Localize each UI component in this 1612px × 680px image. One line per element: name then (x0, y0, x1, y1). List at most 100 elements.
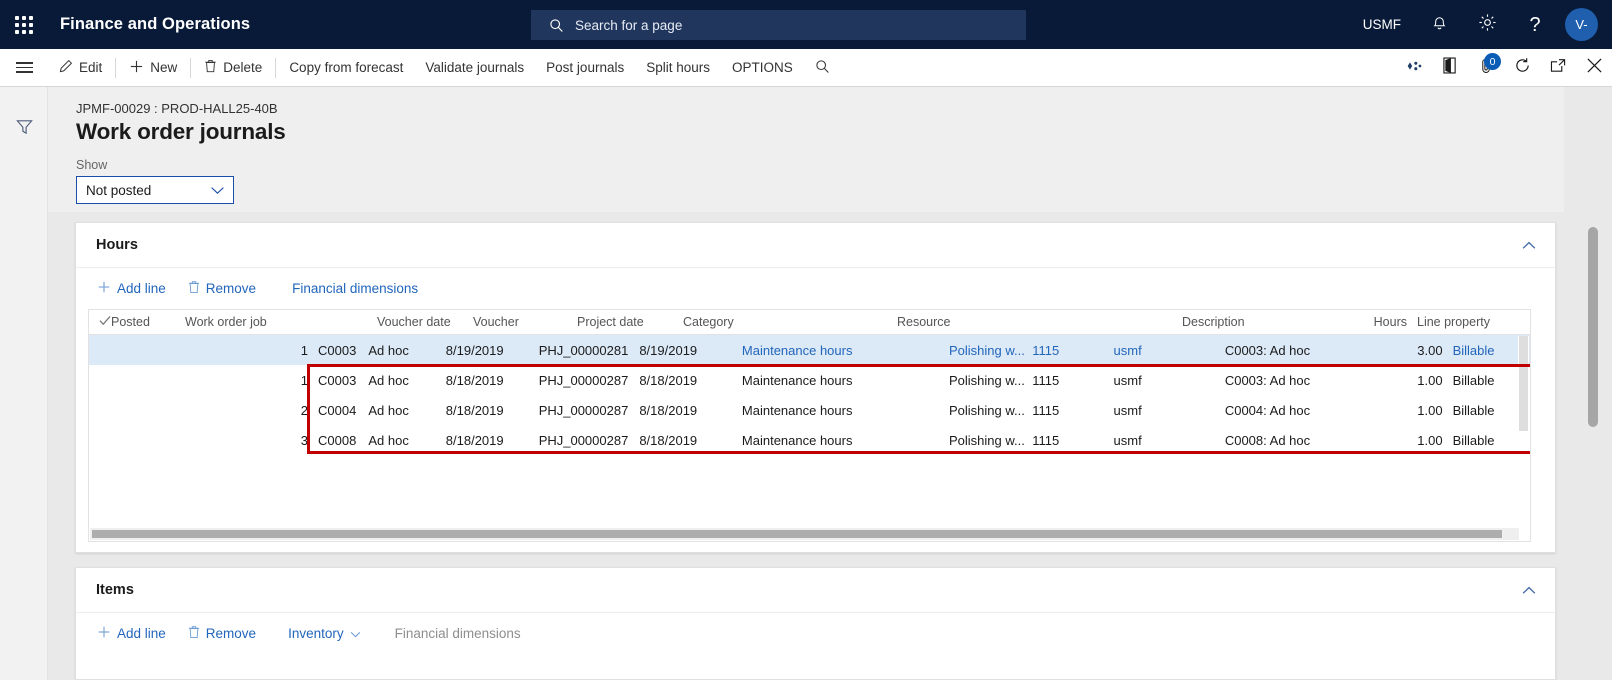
items-financial-dimensions-button: Financial dimensions (385, 618, 531, 648)
cell-job-id: C0004 (318, 402, 357, 418)
filter-funnel-icon (15, 118, 34, 141)
column-header-voucher-date[interactable]: Voucher date (377, 315, 473, 329)
cell-legal-entity[interactable]: usmf (1114, 433, 1225, 448)
share-button[interactable] (1396, 49, 1432, 87)
refresh-button[interactable] (1504, 49, 1540, 87)
hours-section-card: Hours Add line Remove Financial dimensio… (75, 222, 1556, 553)
scrollbar-thumb[interactable] (92, 530, 1502, 538)
cell-hours: 1.00 (1417, 402, 1443, 418)
select-all-checkbox[interactable] (89, 315, 111, 329)
table-row[interactable]: 3 C0008 Ad hoc 8/18/2019 PHJ_00000287 8/… (89, 425, 1530, 455)
help-button[interactable]: ? (1511, 0, 1559, 49)
hours-grid-body: 1 C0003 Ad hoc 8/19/2019 PHJ_00000281 8/… (89, 335, 1530, 455)
cell-resource[interactable]: Polishing w... (949, 433, 1032, 448)
show-filter-value: Not posted (86, 182, 152, 198)
cell-resource-number[interactable]: 1115 (1032, 373, 1113, 388)
cell-line-number: 1 (300, 342, 309, 358)
cell-voucher: PHJ_00000287 (538, 402, 629, 418)
new-button-label: New (150, 60, 178, 75)
cell-description: C0003: Ad hoc (1224, 342, 1311, 358)
table-row[interactable]: 1 C0003 Ad hoc 8/18/2019 PHJ_00000287 8/… (89, 365, 1530, 395)
cell-hours: 1.00 (1417, 432, 1443, 448)
chevron-up-icon[interactable] (1521, 582, 1537, 599)
action-pane-toolbar: Edit New Delete Copy from forecast Valid… (0, 49, 1612, 87)
column-header-project-date[interactable]: Project date (577, 315, 683, 329)
copy-from-forecast-button[interactable]: Copy from forecast (278, 49, 414, 87)
hours-grid-header-row: Posted Work order job Voucher date Vouch… (89, 310, 1530, 335)
edit-button[interactable]: Edit (48, 49, 113, 87)
post-journals-label: Post journals (546, 60, 625, 75)
cell-resource-number[interactable]: 1115 (1032, 403, 1113, 418)
cell-line-property[interactable]: Billable (1443, 373, 1530, 388)
scrollbar-thumb[interactable] (1519, 336, 1528, 431)
post-journals-button[interactable]: Post journals (535, 49, 635, 87)
top-navigation-bar: Finance and Operations Search for a page… (0, 0, 1612, 49)
column-header-category[interactable]: Category (683, 315, 897, 329)
hours-grid: Posted Work order job Voucher date Vouch… (88, 309, 1531, 542)
column-header-posted[interactable]: Posted (111, 315, 185, 329)
open-in-new-window-button[interactable] (1540, 49, 1576, 87)
column-header-voucher[interactable]: Voucher (473, 315, 577, 329)
cell-category[interactable]: Maintenance hours (742, 403, 949, 418)
table-row[interactable]: 1 C0003 Ad hoc 8/19/2019 PHJ_00000281 8/… (89, 335, 1530, 365)
cell-line-property[interactable]: Billable (1443, 343, 1530, 358)
column-header-work-order-job[interactable]: Work order job (185, 315, 377, 329)
column-header-resource[interactable]: Resource (897, 315, 1182, 329)
filter-pane-button[interactable] (0, 107, 48, 151)
cell-line-property[interactable]: Billable (1443, 433, 1530, 448)
close-button[interactable] (1576, 49, 1612, 87)
global-search-input[interactable]: Search for a page (531, 10, 1026, 40)
app-launcher-button[interactable] (0, 0, 48, 49)
delete-button[interactable]: Delete (193, 49, 273, 87)
items-add-line-button[interactable]: Add line (87, 618, 176, 648)
settings-button[interactable] (1463, 0, 1511, 49)
show-filter-dropdown[interactable]: Not posted (76, 176, 234, 204)
office-app-button[interactable] (1432, 49, 1468, 87)
table-row[interactable]: 2 C0004 Ad hoc 8/18/2019 PHJ_00000287 8/… (89, 395, 1530, 425)
hours-grid-vertical-scrollbar[interactable] (1518, 336, 1529, 516)
cell-resource-number[interactable]: 1115 (1032, 343, 1113, 358)
navigation-menu-button[interactable] (0, 49, 48, 87)
toolbar-search-button[interactable] (804, 49, 841, 87)
cell-line-property[interactable]: Billable (1443, 403, 1530, 418)
items-section-header[interactable]: Items (76, 568, 1555, 613)
cell-voucher: PHJ_00000287 (538, 432, 629, 448)
company-selector[interactable]: USMF (1349, 17, 1415, 32)
cell-category[interactable]: Maintenance hours (742, 433, 949, 448)
hours-add-line-button[interactable]: Add line (87, 273, 176, 303)
cell-legal-entity[interactable]: usmf (1114, 343, 1225, 358)
notifications-button[interactable] (1415, 0, 1463, 49)
cell-job-type: Ad hoc (368, 342, 409, 358)
items-remove-button[interactable]: Remove (178, 618, 266, 648)
new-button[interactable]: New (118, 49, 188, 87)
user-avatar[interactable]: V- (1565, 8, 1598, 41)
scrollbar-thumb[interactable] (1588, 227, 1598, 427)
chevron-up-icon[interactable] (1521, 237, 1537, 254)
column-header-hours[interactable]: Hours (1357, 315, 1407, 329)
hours-financial-dimensions-button[interactable]: Financial dimensions (282, 273, 428, 303)
cell-legal-entity[interactable]: usmf (1114, 403, 1225, 418)
cell-resource[interactable]: Polishing w... (949, 373, 1032, 388)
cell-project-date: 8/18/2019 (639, 372, 698, 388)
options-button[interactable]: OPTIONS (721, 49, 804, 87)
items-inventory-menu[interactable]: Inventory (278, 618, 371, 648)
column-header-line-property[interactable]: Line property (1407, 315, 1497, 329)
hours-remove-button[interactable]: Remove (178, 273, 266, 303)
edit-button-label: Edit (79, 60, 103, 75)
cell-resource-number[interactable]: 1115 (1032, 433, 1113, 448)
hours-grid-horizontal-scrollbar[interactable] (90, 528, 1519, 540)
attachments-button[interactable]: 0 (1468, 49, 1504, 87)
cell-description: C0003: Ad hoc (1224, 372, 1311, 388)
cell-resource[interactable]: Polishing w... (949, 403, 1032, 418)
split-hours-button[interactable]: Split hours (635, 49, 721, 87)
cell-category[interactable]: Maintenance hours (742, 343, 949, 358)
cell-resource[interactable]: Polishing w... (949, 343, 1032, 358)
hours-section-header[interactable]: Hours (76, 223, 1555, 268)
cell-category[interactable]: Maintenance hours (742, 373, 949, 388)
page-vertical-scrollbar[interactable] (1588, 227, 1598, 667)
column-header-description[interactable]: Description (1182, 315, 1357, 329)
refresh-icon (1514, 57, 1531, 79)
chevron-down-icon (350, 626, 361, 641)
cell-legal-entity[interactable]: usmf (1114, 373, 1225, 388)
validate-journals-button[interactable]: Validate journals (414, 49, 535, 87)
